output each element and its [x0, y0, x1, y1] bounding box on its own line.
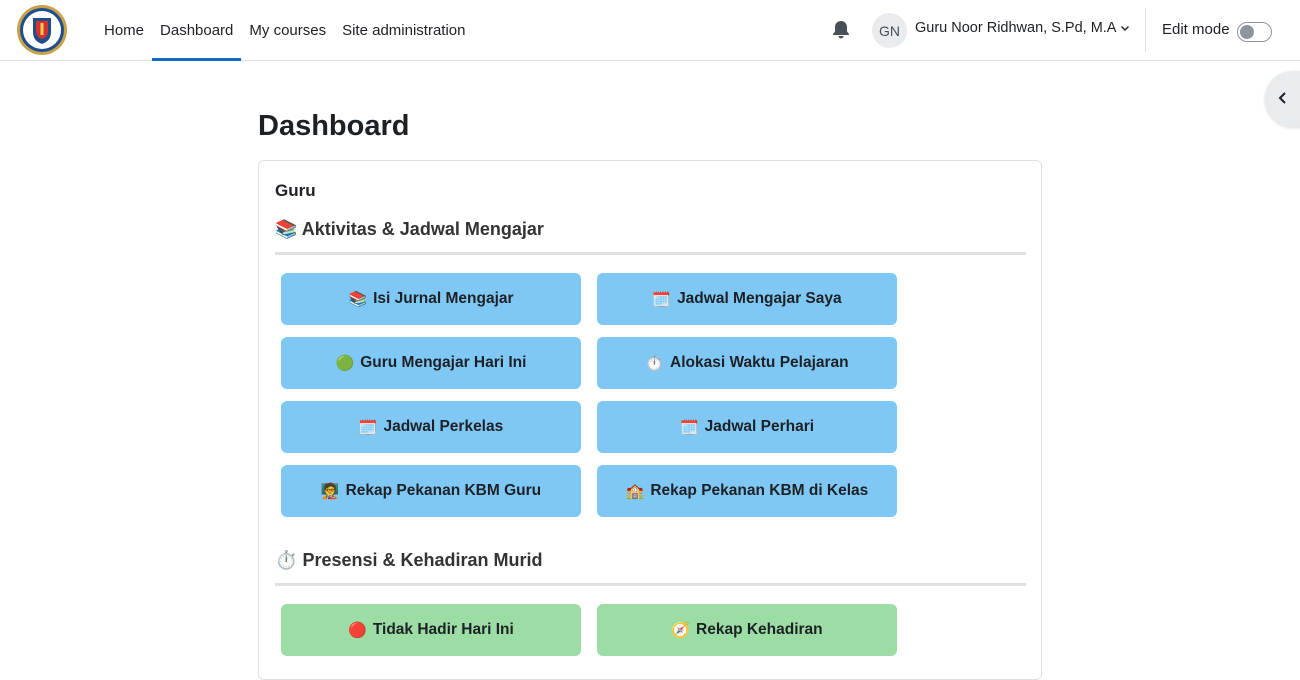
section-heading-presensi: ⏱️ Presensi & Kehadiran Murid	[275, 550, 1026, 586]
guru-block: Guru 📚 Aktivitas & Jadwal Mengajar 📚 Isi…	[258, 160, 1042, 680]
nav-home[interactable]: Home	[96, 0, 152, 60]
user-name: Guru Noor Ridhwan, S.Pd, M.A	[915, 20, 1117, 36]
user-avatar[interactable]: GN	[872, 13, 907, 48]
button-label: Rekap Pekanan KBM Guru	[345, 482, 542, 499]
alokasi-waktu-pelajaran-button[interactable]: ⏱️ Alokasi Waktu Pelajaran	[597, 337, 897, 389]
user-menu-toggle[interactable]: Guru Noor Ridhwan, S.Pd, M.A	[915, 20, 1130, 36]
open-block-drawer-button[interactable]	[1265, 71, 1300, 127]
jadwal-perhari-button[interactable]: 🗓️ Jadwal Perhari	[597, 401, 897, 453]
section-heading-aktivitas: 📚 Aktivitas & Jadwal Mengajar	[275, 219, 1026, 255]
jadwal-mengajar-saya-button[interactable]: 🗓️ Jadwal Mengajar Saya	[597, 273, 897, 325]
nav-site-administration[interactable]: Site administration	[334, 0, 473, 60]
button-label: Tidak Hadir Hari Ini	[372, 621, 514, 638]
section-heading-text: Aktivitas & Jadwal Mengajar	[301, 219, 544, 239]
calendar-icon: 🗓️	[679, 418, 699, 436]
edit-mode-toggle[interactable]	[1237, 22, 1272, 42]
button-label: Rekap Pekanan KBM di Kelas	[650, 482, 869, 499]
rekap-pekanan-kbm-guru-button[interactable]: 🧑‍🏫 Rekap Pekanan KBM Guru	[281, 465, 581, 517]
stopwatch-icon: ⏱️	[645, 354, 665, 372]
tidak-hadir-hari-ini-button[interactable]: 🔴 Tidak Hadir Hari Ini	[281, 604, 581, 656]
teacher-icon: 🧑‍🏫	[320, 482, 340, 500]
stopwatch-icon: ⏱️	[275, 550, 298, 571]
button-label: Rekap Kehadiran	[696, 621, 823, 638]
calendar-icon: 🗓️	[358, 418, 378, 436]
school-icon: 🏫	[625, 482, 645, 500]
section-heading-text: Presensi & Kehadiran Murid	[302, 550, 543, 570]
navbar-divider	[1145, 8, 1146, 52]
rekap-kehadiran-button[interactable]: 🧭 Rekap Kehadiran	[597, 604, 897, 656]
chevron-left-icon	[1278, 92, 1286, 104]
primary-navigation: Home Dashboard My courses Site administr…	[96, 0, 474, 61]
jadwal-perkelas-button[interactable]: 🗓️ Jadwal Perkelas	[281, 401, 581, 453]
button-label: Alokasi Waktu Pelajaran	[670, 354, 849, 371]
bell-icon[interactable]	[832, 20, 850, 40]
compass-icon: 🧭	[671, 621, 691, 639]
books-icon: 📚	[348, 290, 368, 308]
site-logo[interactable]	[16, 4, 68, 56]
red-circle-icon: 🔴	[348, 621, 367, 639]
button-label: Jadwal Perkelas	[383, 418, 504, 435]
toggle-knob	[1240, 25, 1254, 39]
block-title: Guru	[275, 181, 316, 200]
nav-my-courses[interactable]: My courses	[241, 0, 334, 60]
button-label: Jadwal Perhari	[704, 418, 815, 435]
isi-jurnal-mengajar-button[interactable]: 📚 Isi Jurnal Mengajar	[281, 273, 581, 325]
books-icon: 📚	[275, 219, 298, 240]
guru-mengajar-hari-ini-button[interactable]: 🟢 Guru Mengajar Hari Ini	[281, 337, 581, 389]
calendar-icon: 🗓️	[652, 290, 672, 308]
rekap-pekanan-kbm-kelas-button[interactable]: 🏫 Rekap Pekanan KBM di Kelas	[597, 465, 897, 517]
button-label: Jadwal Mengajar Saya	[677, 290, 842, 307]
top-navbar: Home Dashboard My courses Site administr…	[0, 0, 1300, 61]
button-label: Guru Mengajar Hari Ini	[360, 354, 527, 371]
nav-dashboard[interactable]: Dashboard	[152, 0, 242, 61]
green-circle-icon: 🟢	[335, 354, 355, 372]
chevron-down-icon	[1121, 26, 1130, 31]
page-title: Dashboard	[258, 110, 410, 142]
edit-mode-label: Edit mode	[1162, 21, 1230, 38]
button-label: Isi Jurnal Mengajar	[373, 290, 514, 307]
